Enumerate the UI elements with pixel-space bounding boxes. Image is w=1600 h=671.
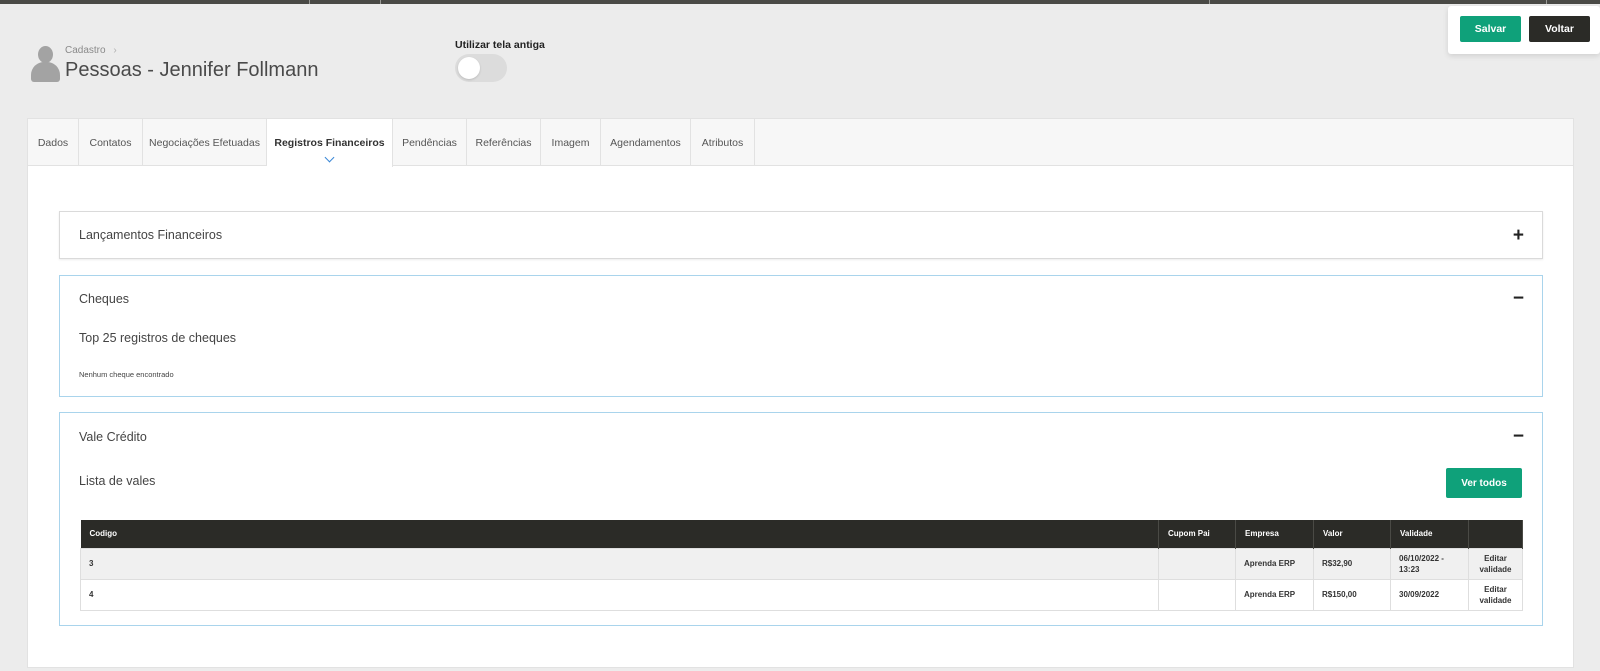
main-card: Dados Contatos Negociações Efetuadas Reg… xyxy=(27,118,1574,668)
panel-title[interactable]: Lançamentos Financeiros xyxy=(79,228,222,242)
expand-icon[interactable]: + xyxy=(1513,226,1524,245)
tab-atributos[interactable]: Atributos xyxy=(691,119,755,166)
panel-title[interactable]: Vale Crédito xyxy=(79,430,147,444)
old-screen-toggle-label: Utilizar tela antiga xyxy=(455,39,545,51)
top-bar-divider xyxy=(380,0,381,4)
vales-subtitle: Lista de vales xyxy=(79,474,156,488)
tab-pendencias[interactable]: Pendências xyxy=(393,119,467,166)
cheques-empty-message: Nenhum cheque encontrado xyxy=(79,370,174,379)
ver-todos-button[interactable]: Ver todos xyxy=(1446,468,1522,498)
cell-empresa: Aprenda ERP xyxy=(1235,547,1314,580)
collapse-icon[interactable]: − xyxy=(1513,427,1524,446)
table-row: 3 Aprenda ERP R$32,90 06/10/2022 - 13:23… xyxy=(80,547,1523,580)
chevron-right-icon: › xyxy=(113,45,117,56)
tab-referencias[interactable]: Referências xyxy=(467,119,541,166)
cell-codigo: 3 xyxy=(80,547,1159,580)
panel-vale-credito: Vale Crédito − Lista de vales Ver todos … xyxy=(59,412,1543,626)
column-header-valor[interactable]: Valor xyxy=(1313,520,1391,548)
cell-valor: R$150,00 xyxy=(1313,578,1391,611)
tab-negociacoes-efetuadas[interactable]: Negociações Efetuadas xyxy=(143,119,267,166)
panel-lancamentos-financeiros: Lançamentos Financeiros + xyxy=(59,211,1543,259)
column-header-cupom-pai[interactable]: Cupom Pai xyxy=(1158,520,1236,548)
tab-contatos[interactable]: Contatos xyxy=(79,119,143,166)
vales-table: Codigo Cupom Pai Empresa Valor Validade … xyxy=(80,520,1523,611)
cheques-subtitle: Top 25 registros de cheques xyxy=(79,331,237,345)
page-title: Pessoas - Jennifer Follmann xyxy=(65,59,319,81)
cell-validade: 30/09/2022 xyxy=(1390,578,1469,611)
table-header-row: Codigo Cupom Pai Empresa Valor Validade xyxy=(80,520,1523,548)
top-bar xyxy=(0,0,1600,4)
edit-validity-link[interactable]: Editar validade xyxy=(1468,547,1523,580)
back-button[interactable]: Voltar xyxy=(1529,16,1590,42)
save-button[interactable]: Salvar xyxy=(1460,16,1521,42)
tab-agendamentos[interactable]: Agendamentos xyxy=(601,119,691,166)
top-bar-divider xyxy=(1546,0,1547,4)
cell-valor: R$32,90 xyxy=(1313,547,1391,580)
cell-cupom-pai xyxy=(1158,547,1236,580)
breadcrumb-item-cadastro[interactable]: Cadastro xyxy=(65,45,106,56)
top-bar-divider xyxy=(1209,0,1210,4)
column-header-validade[interactable]: Validade xyxy=(1390,520,1469,548)
tab-imagem[interactable]: Imagem xyxy=(541,119,601,166)
tab-dados[interactable]: Dados xyxy=(28,119,79,166)
column-header-codigo[interactable]: Codigo xyxy=(80,520,1159,548)
action-bar: Salvar Voltar xyxy=(1448,6,1600,54)
collapse-icon[interactable]: − xyxy=(1513,289,1524,308)
panel-cheques: Cheques − Top 25 registros de cheques Ne… xyxy=(59,275,1543,397)
top-bar-divider xyxy=(309,0,310,4)
edit-validity-link[interactable]: Editar validade xyxy=(1468,578,1523,611)
toggle-knob xyxy=(458,57,480,79)
user-icon xyxy=(30,46,60,82)
cell-validade: 06/10/2022 - 13:23 xyxy=(1390,547,1469,580)
tab-bar: Dados Contatos Negociações Efetuadas Reg… xyxy=(28,119,1573,167)
tab-registros-financeiros[interactable]: Registros Financeiros xyxy=(267,119,393,167)
breadcrumb[interactable]: Cadastro › xyxy=(65,45,117,56)
cell-codigo: 4 xyxy=(80,578,1159,611)
cell-empresa: Aprenda ERP xyxy=(1235,578,1314,611)
panel-title[interactable]: Cheques xyxy=(79,292,129,306)
table-row: 4 Aprenda ERP R$150,00 30/09/2022 Editar… xyxy=(80,578,1523,611)
cell-cupom-pai xyxy=(1158,578,1236,611)
chevron-down-icon xyxy=(324,152,334,163)
old-screen-toggle-group: Utilizar tela antiga xyxy=(455,39,545,82)
column-header-empresa[interactable]: Empresa xyxy=(1235,520,1314,548)
column-header-acoes xyxy=(1468,520,1523,548)
old-screen-toggle[interactable] xyxy=(455,54,507,82)
